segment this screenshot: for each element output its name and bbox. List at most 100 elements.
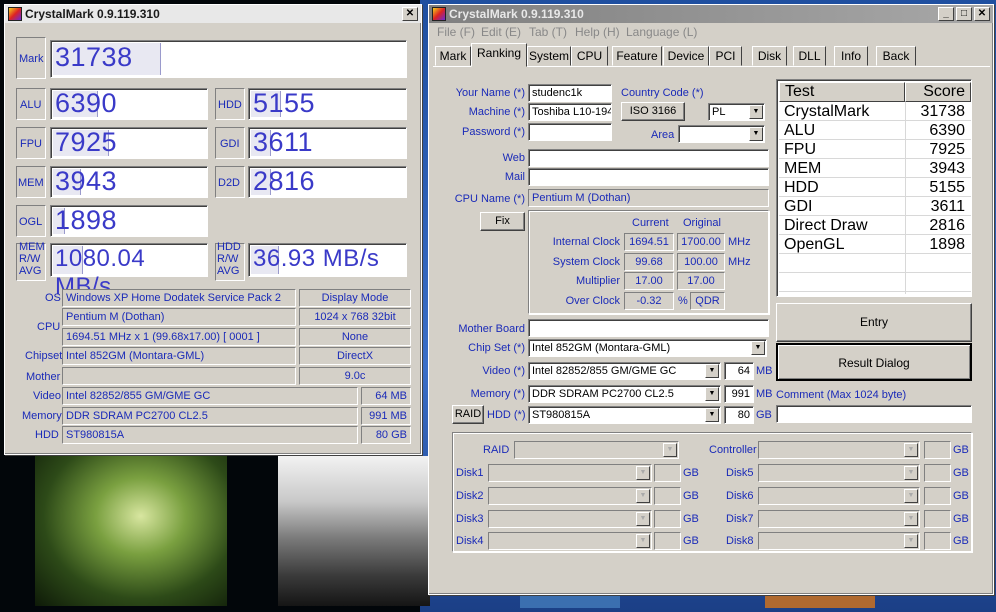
area-select[interactable]: ▼	[678, 125, 765, 143]
fpu-score-button[interactable]: 7925	[50, 127, 208, 159]
fix-button[interactable]: Fix	[480, 212, 525, 231]
disk8-select[interactable]: ▼	[758, 532, 920, 550]
raid-select[interactable]: ▼	[514, 441, 679, 459]
web-input[interactable]	[528, 149, 769, 167]
column-header-test[interactable]: Test	[779, 82, 905, 102]
table-row[interactable]: Direct Draw 2816	[779, 216, 971, 235]
original-label: Original	[683, 217, 721, 229]
chip-set-select[interactable]: Intel 852GM (Montara-GML) ▼	[528, 339, 767, 357]
table-row[interactable]: MEM 3943	[779, 159, 971, 178]
entry-button[interactable]: Entry	[776, 303, 972, 342]
disk1-select[interactable]: ▼	[488, 464, 652, 482]
menu-language[interactable]: Language (L)	[626, 25, 697, 39]
internal-clock-current: 1694.51	[624, 233, 674, 251]
hdd-score-button[interactable]: 5155	[248, 88, 407, 120]
chevron-down-icon[interactable]: ▼	[749, 127, 763, 141]
chevron-down-icon[interactable]: ▼	[705, 408, 719, 422]
comment-input[interactable]	[776, 405, 972, 423]
chevron-down-icon[interactable]: ▼	[904, 489, 918, 503]
mother-board-input[interactable]	[528, 319, 769, 337]
menu-tab[interactable]: Tab (T)	[529, 25, 567, 39]
tab-mark[interactable]: Mark	[435, 46, 471, 66]
display-mode-value: 1024 x 768 32bit	[299, 308, 411, 326]
mem-score-button[interactable]: 3943	[50, 166, 208, 198]
ogl-score-button[interactable]: 1898	[50, 205, 208, 237]
chevron-down-icon[interactable]: ▼	[904, 512, 918, 526]
chevron-down-icon[interactable]: ▼	[904, 534, 918, 548]
menu-file[interactable]: File (F)	[437, 25, 475, 39]
chevron-down-icon[interactable]: ▼	[904, 466, 918, 480]
table-row[interactable]: FPU 7925	[779, 140, 971, 159]
controller-select[interactable]: ▼	[758, 441, 920, 459]
video-select[interactable]: Intel 82852/855 GM/GME GC ▼	[528, 362, 721, 380]
table-row[interactable]: HDD 5155	[779, 178, 971, 197]
tab-back[interactable]: Back	[876, 46, 916, 66]
title-bar[interactable]: CrystalMark 0.9.119.310 ✕	[5, 5, 421, 23]
machine-input[interactable]: Toshiba L10-194	[528, 103, 612, 121]
tab-ranking[interactable]: Ranking	[471, 43, 527, 67]
tab-dll[interactable]: DLL	[793, 46, 826, 66]
video-label: Video (*)	[482, 365, 525, 377]
hdd-select[interactable]: ST980815A ▼	[528, 406, 721, 424]
disk3-select[interactable]: ▼	[488, 510, 652, 528]
chevron-down-icon[interactable]: ▼	[705, 387, 719, 401]
gdi-score-button[interactable]: 3611	[248, 127, 407, 159]
chevron-down-icon[interactable]: ▼	[749, 105, 763, 119]
table-row[interactable]: ALU 6390	[779, 121, 971, 140]
chevron-down-icon[interactable]: ▼	[663, 443, 677, 457]
controller-size-field	[924, 441, 951, 459]
iso-3166-button[interactable]: ISO 3166	[621, 102, 685, 121]
video-label: Video	[33, 390, 61, 402]
hdd-label: HDD	[218, 99, 242, 111]
disk5-select[interactable]: ▼	[758, 464, 920, 482]
chevron-down-icon[interactable]: ▼	[751, 341, 765, 355]
title-bar[interactable]: CrystalMark 0.9.119.310 _ □ ✕	[429, 5, 993, 23]
close-icon[interactable]: ✕	[974, 7, 990, 21]
result-dialog-button[interactable]: Result Dialog	[776, 343, 972, 381]
table-row[interactable]: CrystalMark 31738	[779, 102, 971, 121]
menu-help[interactable]: Help (H)	[575, 25, 620, 39]
disk7-select[interactable]: ▼	[758, 510, 920, 528]
tab-device[interactable]: Device	[663, 46, 709, 66]
column-header-score[interactable]: Score	[905, 82, 971, 102]
mem-rw-score-button[interactable]: 1080.04 MB/s	[50, 243, 208, 300]
mark-score-button[interactable]: 31738	[50, 40, 407, 78]
chevron-down-icon[interactable]: ▼	[636, 466, 650, 480]
gb-unit: GB	[683, 535, 699, 547]
chevron-down-icon[interactable]: ▼	[636, 489, 650, 503]
hdd-gb-input[interactable]: 80	[724, 406, 754, 424]
gb-unit: GB	[953, 535, 969, 547]
disk4-select[interactable]: ▼	[488, 532, 652, 550]
video-mb-input[interactable]: 64	[724, 362, 754, 380]
mail-input[interactable]	[528, 168, 769, 186]
gb-unit: GB	[953, 444, 969, 456]
gb-unit: GB	[683, 467, 699, 479]
maximize-icon[interactable]: □	[956, 7, 972, 21]
chevron-down-icon[interactable]: ▼	[636, 512, 650, 526]
password-input[interactable]	[528, 123, 612, 141]
alu-score-button[interactable]: 6390	[50, 88, 208, 120]
memory-mb-input[interactable]: 991	[724, 385, 754, 403]
country-select[interactable]: PL ▼	[708, 103, 765, 121]
raid-button[interactable]: RAID	[452, 405, 484, 424]
disk6-select[interactable]: ▼	[758, 487, 920, 505]
menu-edit[interactable]: Edit (E)	[481, 25, 521, 39]
memory-select[interactable]: DDR SDRAM PC2700 CL2.5 ▼	[528, 385, 721, 403]
table-row[interactable]: OpenGL 1898	[779, 235, 971, 254]
tab-disk[interactable]: Disk	[752, 46, 787, 66]
close-icon[interactable]: ✕	[402, 7, 418, 21]
hdd-rw-score-button[interactable]: 36.93 MB/s	[248, 243, 407, 277]
chevron-down-icon[interactable]: ▼	[904, 443, 918, 457]
tab-system[interactable]: System	[527, 46, 571, 66]
chevron-down-icon[interactable]: ▼	[705, 364, 719, 378]
minimize-icon[interactable]: _	[938, 7, 954, 21]
tab-info[interactable]: Info	[834, 46, 868, 66]
tab-pci[interactable]: PCI	[709, 46, 742, 66]
disk2-select[interactable]: ▼	[488, 487, 652, 505]
d2d-score-button[interactable]: 2816	[248, 166, 407, 198]
table-row[interactable]: GDI 3611	[779, 197, 971, 216]
your-name-input[interactable]: studenc1k	[528, 84, 612, 102]
tab-feature[interactable]: Feature	[612, 46, 662, 66]
chevron-down-icon[interactable]: ▼	[636, 534, 650, 548]
tab-cpu[interactable]: CPU	[571, 46, 608, 66]
